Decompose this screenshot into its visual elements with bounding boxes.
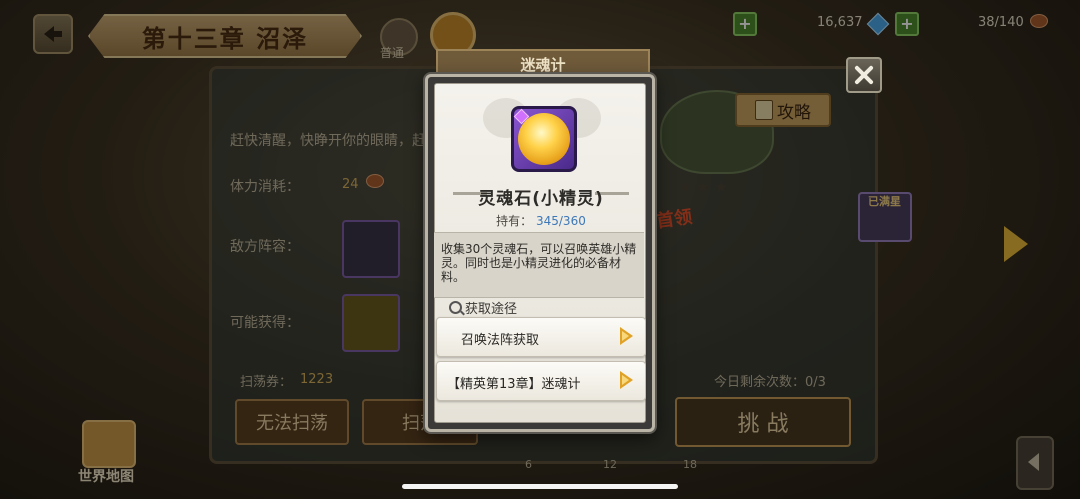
popup-body: 灵魂石(小精灵) 持有： 345/360 收集30个灵魂石，可以召唤英雄小精灵。… (434, 83, 646, 423)
item-description-box: 收集30个灵魂石，可以召唤英雄小精灵。同时也是小精灵进化的必备材料。 (434, 232, 644, 298)
source-label: 【精英第13章】迷魂计 (447, 377, 581, 392)
arrow-right-icon (620, 327, 633, 345)
search-icon (449, 301, 462, 314)
source-summon-button[interactable]: 召唤法阵获取 (436, 317, 646, 357)
hold-label: 持有： (496, 214, 533, 228)
item-name: 灵魂石(小精灵) (478, 189, 604, 209)
soulstone-orb-icon (518, 113, 570, 165)
close-button[interactable] (846, 57, 882, 93)
hold-count-row: 持有： 345/360 (435, 212, 647, 229)
source-title-label: 获取途径 (465, 302, 518, 317)
arrow-right-icon (620, 371, 633, 389)
source-elite-stage-button[interactable]: 【精英第13章】迷魂计 (436, 361, 646, 401)
item-detail-popup: 灵魂石(小精灵) 持有： 345/360 收集30个灵魂石，可以召唤英雄小精灵。… (425, 74, 655, 432)
item-description: 收集30个灵魂石，可以召唤英雄小精灵。同时也是小精灵进化的必备材料。 (441, 242, 637, 284)
source-title: 获取途径 (449, 298, 517, 317)
soulstone-item-icon (511, 106, 577, 172)
hold-value: 345/360 (535, 214, 586, 228)
home-indicator[interactable] (402, 484, 678, 489)
source-label: 召唤法阵获取 (461, 333, 540, 348)
